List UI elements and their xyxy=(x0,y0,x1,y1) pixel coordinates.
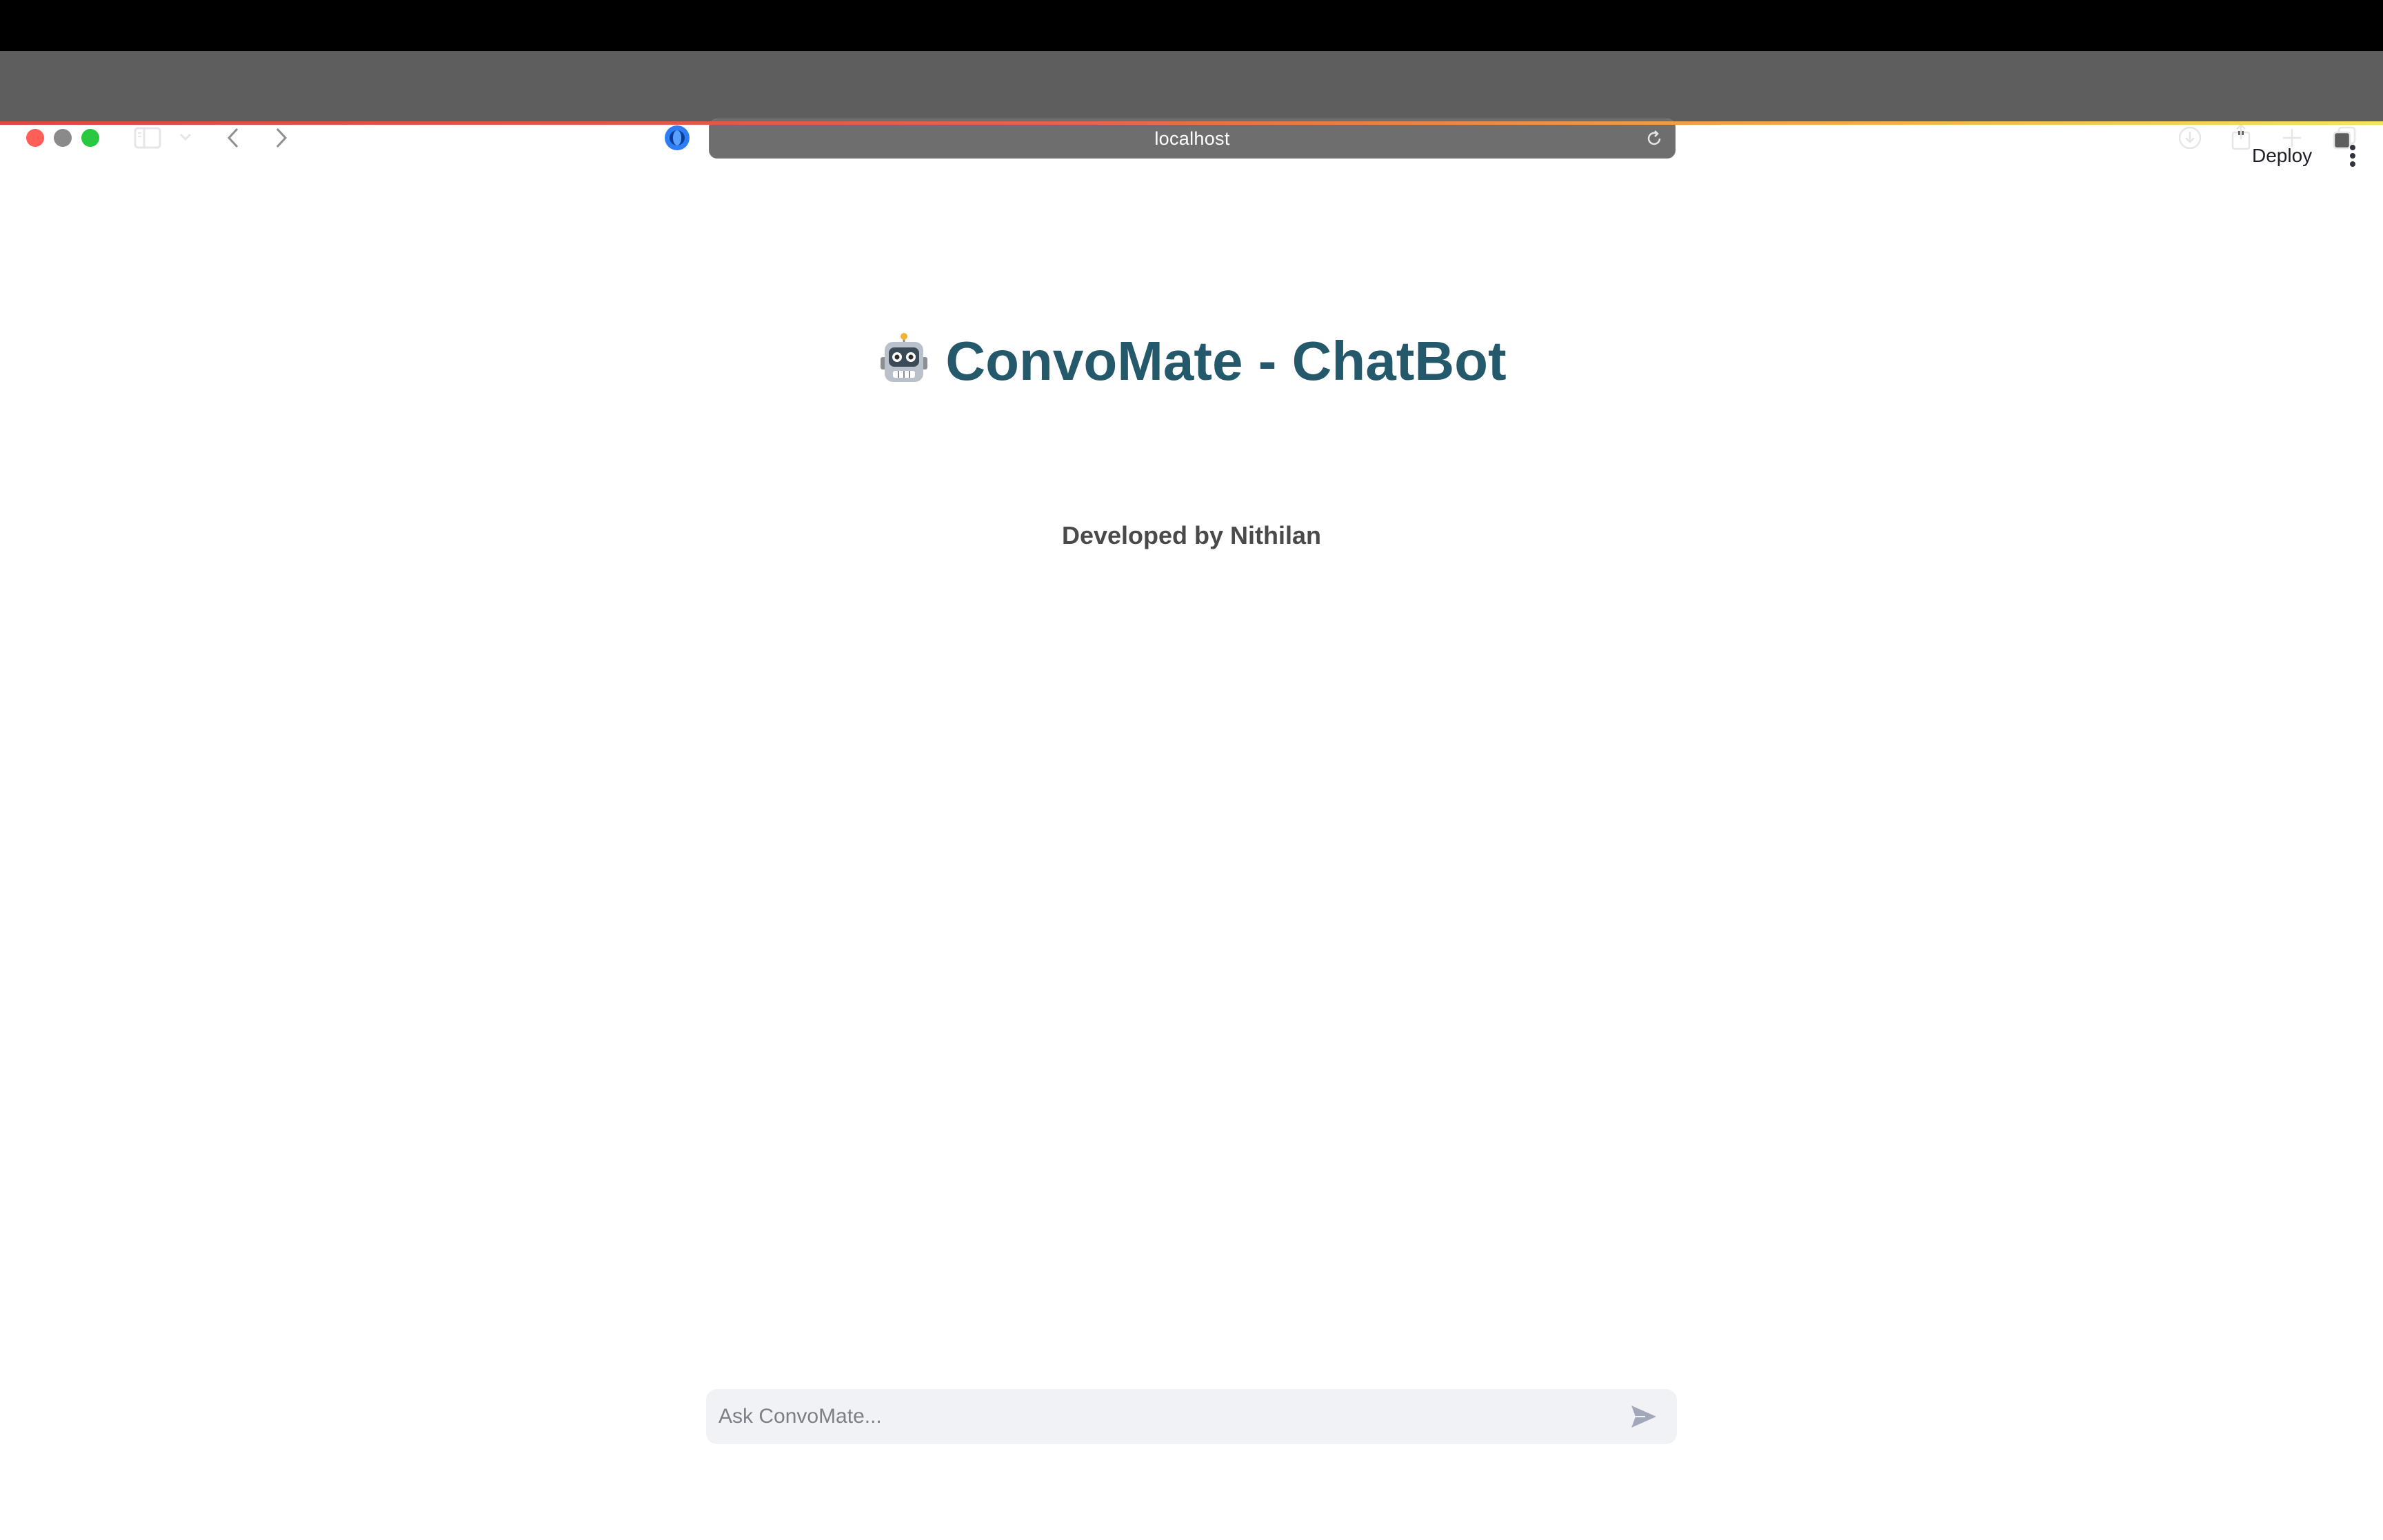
system-menubar xyxy=(0,0,2383,51)
window-maximize-button[interactable] xyxy=(81,129,99,147)
privacy-shield-icon[interactable] xyxy=(662,123,692,153)
download-icon[interactable] xyxy=(2176,123,2204,153)
subtitle: Developed by Nithilan xyxy=(1061,521,1322,549)
robot-emoji-icon xyxy=(876,332,932,391)
chevron-left-icon[interactable] xyxy=(221,123,245,153)
page-load-indicator xyxy=(0,121,2383,125)
window-close-button[interactable] xyxy=(26,129,44,147)
url-text: localhost xyxy=(1154,128,1230,149)
deploy-button[interactable]: Deploy xyxy=(2241,138,2323,174)
sidebar-toggle-icon[interactable] xyxy=(132,124,163,152)
chevron-down-icon[interactable] xyxy=(177,128,194,146)
chat-input-container xyxy=(706,1389,1677,1444)
title-text: ConvoMate - ChatBot xyxy=(945,330,1507,392)
send-icon[interactable] xyxy=(1623,1396,1665,1437)
window-minimize-button[interactable] xyxy=(54,129,72,147)
browser-toolbar: localhost xyxy=(0,51,2383,159)
chat-input[interactable] xyxy=(706,1405,1623,1428)
page-title: ConvoMate - ChatBot xyxy=(0,330,2383,393)
reload-icon[interactable] xyxy=(1643,128,1665,150)
chevron-right-icon[interactable] xyxy=(269,123,294,153)
kebab-menu-icon[interactable] xyxy=(2339,141,2366,171)
